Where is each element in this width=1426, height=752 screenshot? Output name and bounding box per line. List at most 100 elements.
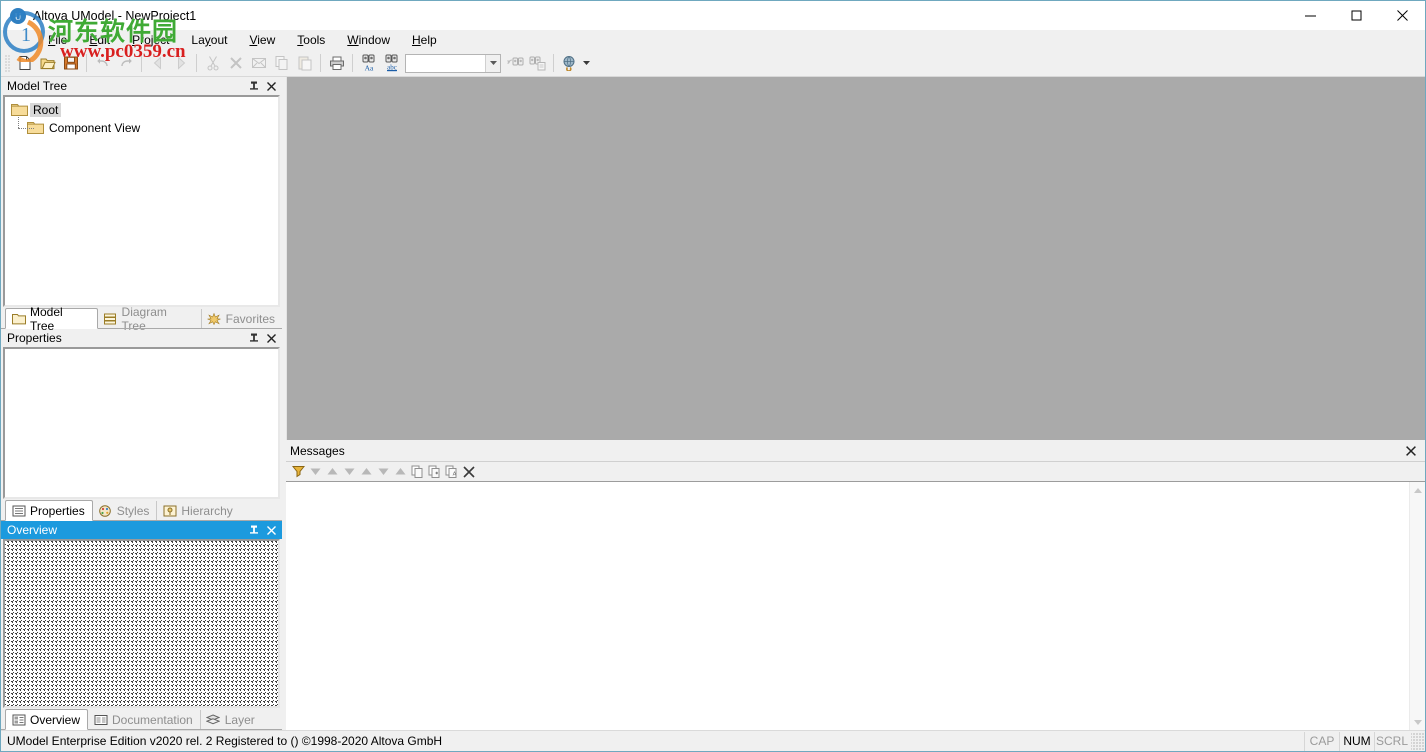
menu-project[interactable]: Project [121,31,180,49]
minimize-button[interactable] [1287,1,1333,30]
redo-icon[interactable] [114,52,137,75]
tab-layer[interactable]: Layer [201,710,262,730]
status-scroll-lock: SCRL [1374,731,1409,751]
pin-icon[interactable] [246,522,261,538]
filter-icon[interactable] [290,463,307,481]
open-folder-icon[interactable] [36,52,59,75]
menu-help[interactable]: Help [401,31,448,49]
scrollbar-track[interactable] [1410,498,1425,714]
tab-favorites[interactable]: Favorites [202,309,282,329]
properties-grid[interactable] [3,347,280,499]
tab-overview-label: Overview [30,712,81,727]
save-icon[interactable] [59,52,82,75]
find-next-icon[interactable] [526,52,549,75]
cut-icon[interactable] [201,52,224,75]
cut-diagram-icon[interactable] [247,52,270,75]
find-previous-icon[interactable] [503,52,526,75]
toolbar-separator [553,54,554,72]
close-icon[interactable] [264,522,279,538]
chevron-down-icon[interactable] [485,54,500,72]
styles-tab-icon [98,504,113,518]
close-icon[interactable] [264,78,279,94]
new-file-icon[interactable] [13,52,36,75]
diagram-workspace[interactable] [286,77,1425,440]
toolbar-grip[interactable] [5,54,11,72]
next-warning-icon[interactable] [375,463,392,481]
previous-message-icon[interactable] [324,463,341,481]
tab-hierarchy-label: Hierarchy [181,504,233,518]
copy-message-child-icon[interactable] [426,463,443,481]
back-icon[interactable] [146,52,169,75]
scroll-up-icon[interactable] [1410,482,1425,498]
close-icon[interactable] [264,330,279,346]
properties-panel-label: Properties [7,331,62,345]
tab-hierarchy[interactable]: Hierarchy [157,501,239,521]
menu-file[interactable]: File [37,31,78,49]
tab-model-tree[interactable]: Model Tree [5,305,98,333]
find-icon[interactable]: Aa [357,52,380,75]
close-icon[interactable] [1403,443,1418,459]
tab-diagram-tree-label: Diagram Tree [121,305,167,333]
svg-text:Aa: Aa [364,64,373,73]
pin-icon[interactable] [246,330,261,346]
toolbar-separator [352,54,353,72]
print-icon[interactable] [325,52,348,75]
tree-node-component-view[interactable]: Component View [27,119,278,137]
model-tree-panel: Model Tree Root Component View Model Tre… [1,77,282,333]
tree-node-root-label: Root [30,103,62,117]
menu-window[interactable]: Window [336,31,401,49]
next-error-icon[interactable] [341,463,358,481]
tab-properties-label: Properties [30,503,85,518]
toolbar-separator [141,54,142,72]
maximize-button[interactable] [1333,1,1379,30]
messages-list[interactable] [286,482,1409,730]
status-caps-lock: CAP [1304,731,1339,751]
diagram-tab-icon [103,312,118,326]
folder-tab-icon [11,312,26,326]
copy-icon[interactable] [270,52,293,75]
close-button[interactable] [1379,1,1425,30]
previous-warning-icon[interactable] [392,463,409,481]
tab-overview[interactable]: Overview [5,709,89,730]
tab-model-tree-label: Model Tree [30,304,63,333]
clear-messages-icon[interactable] [460,463,477,481]
copy-message-icon[interactable] [409,463,426,481]
properties-panel: Properties Properties Styles Hierarchy [1,329,282,521]
forward-icon[interactable] [169,52,192,75]
tree-node-root[interactable]: Root [11,101,278,119]
copy-message-all-icon[interactable]: A [443,463,460,481]
menu-view[interactable]: View [238,31,286,49]
resize-grip[interactable] [1411,731,1425,751]
overview-thumbnail[interactable] [3,539,280,708]
documentation-tab-icon [93,713,108,727]
previous-error-icon[interactable] [358,463,375,481]
messages-toolbar: A [286,462,1425,482]
menu-tools[interactable]: Tools [286,31,336,49]
application-window: U Altova UModel - NewProject1 File Edit … [0,0,1426,752]
hyperlink-dropdown-arrow-icon[interactable] [581,52,592,75]
messages-area [286,482,1425,730]
undo-icon[interactable] [91,52,114,75]
pin-icon[interactable] [246,78,261,94]
toolbar-separator [320,54,321,72]
next-message-icon[interactable] [307,463,324,481]
tab-styles[interactable]: Styles [93,501,158,521]
menu-edit[interactable]: Edit [78,31,121,49]
tab-documentation[interactable]: Documentation [88,710,201,730]
overview-tabstrip: Overview Documentation Layer [1,708,282,730]
tab-diagram-tree[interactable]: Diagram Tree [98,305,202,333]
layer-tab-icon [206,713,221,727]
messages-scrollbar[interactable] [1409,482,1425,730]
find-abc-icon[interactable]: abc [380,52,403,75]
window-title: Altova UModel - NewProject1 [33,8,197,23]
hyperlink-icon[interactable] [558,52,581,75]
search-input[interactable] [405,53,501,73]
delete-icon[interactable] [224,52,247,75]
paste-icon[interactable] [293,52,316,75]
menu-layout[interactable]: Layout [180,31,238,49]
model-tree-view[interactable]: Root Component View [3,95,280,307]
tab-styles-label: Styles [116,504,150,518]
tab-favorites-label: Favorites [225,312,275,326]
scroll-down-icon[interactable] [1410,714,1425,730]
tab-properties[interactable]: Properties [5,500,93,521]
